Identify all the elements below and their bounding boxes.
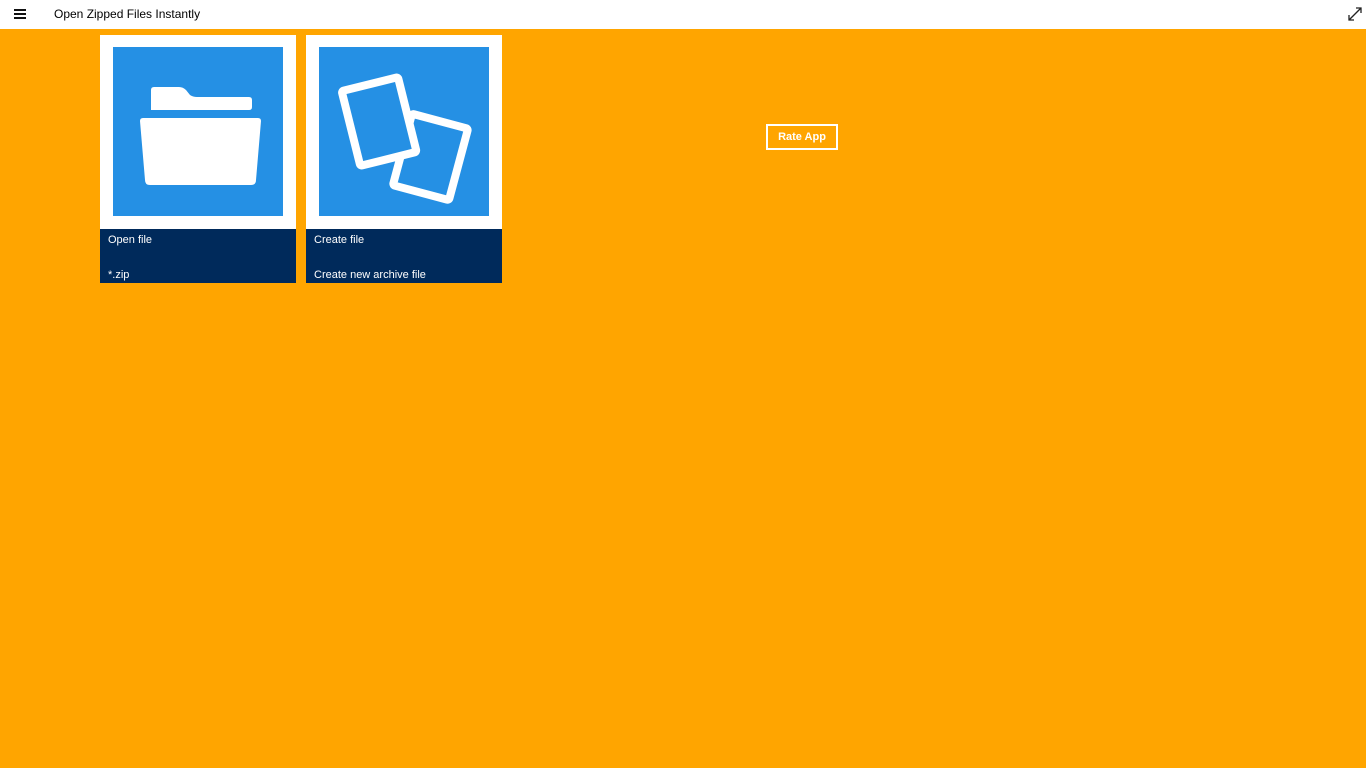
tile-subtitle: *.zip — [108, 269, 130, 281]
hamburger-menu-icon[interactable] — [8, 2, 32, 26]
title-bar: Open Zipped Files Instantly — [0, 0, 1366, 29]
rate-app-button[interactable]: Rate App — [766, 124, 838, 150]
tile-caption: Create file Create new archive file — [306, 229, 502, 283]
open-file-tile[interactable]: Open file *.zip — [100, 35, 296, 283]
tile-title: Open file — [108, 234, 153, 246]
tile-caption: Open file *.zip — [100, 229, 296, 283]
expand-icon[interactable] — [1346, 5, 1364, 23]
app-title: Open Zipped Files Instantly — [54, 7, 201, 21]
tile-frame — [306, 35, 502, 229]
tile-title: Create file — [314, 234, 365, 246]
folder-icon — [113, 47, 283, 216]
tile-frame — [100, 35, 296, 229]
create-file-tile[interactable]: Create file Create new archive file — [306, 35, 502, 283]
documents-icon — [319, 47, 489, 216]
tile-subtitle: Create new archive file — [314, 269, 426, 281]
